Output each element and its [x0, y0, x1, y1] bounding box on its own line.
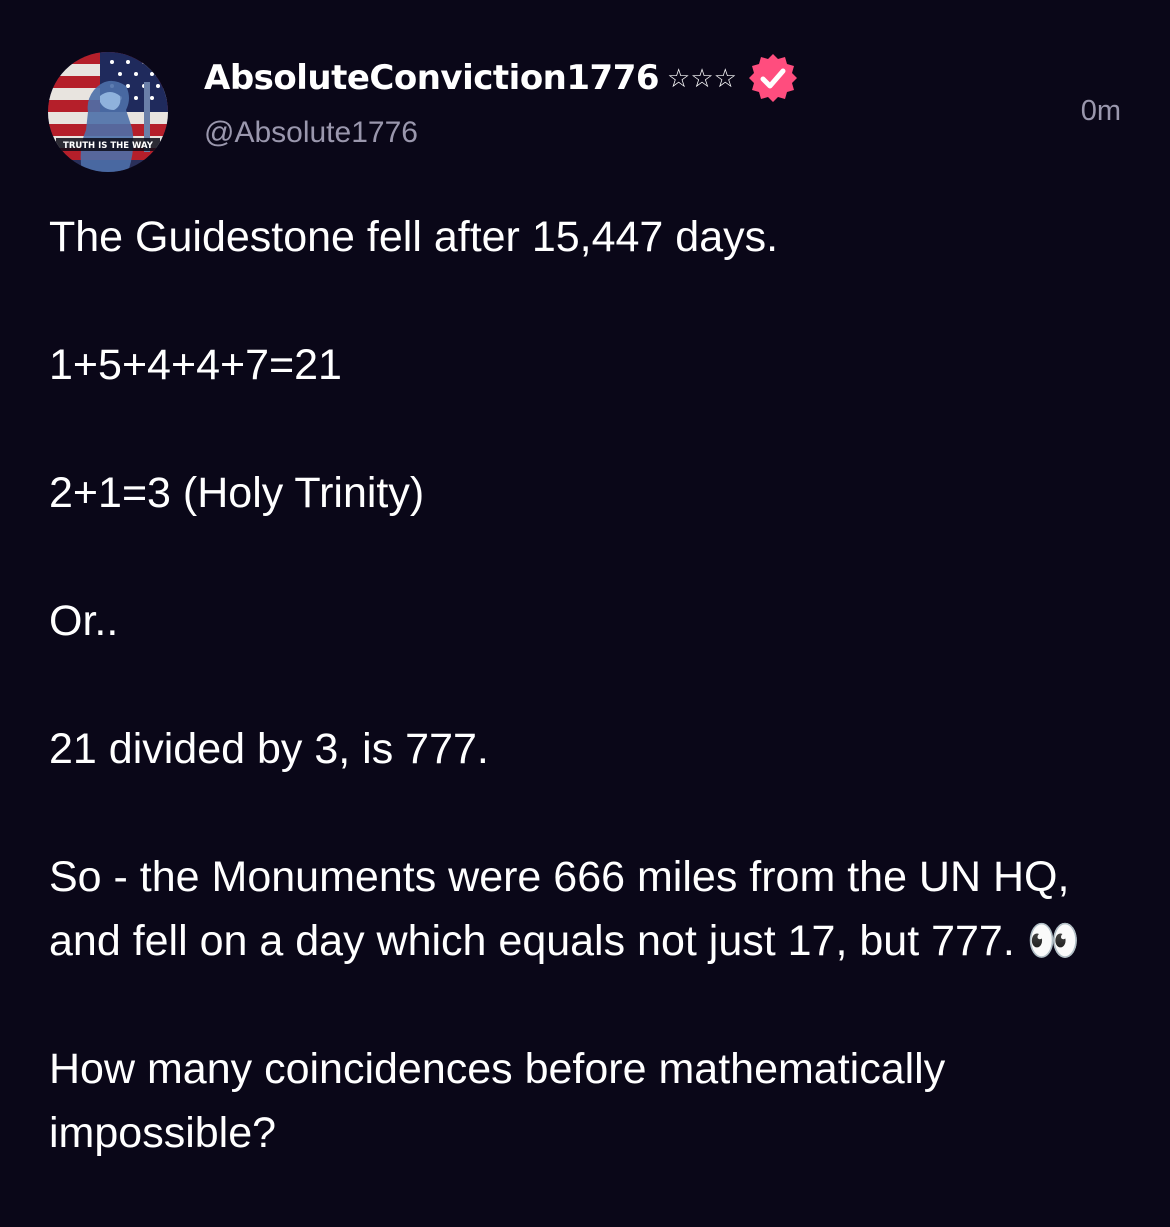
- avatar[interactable]: TRUTH IS THE WAY: [48, 52, 168, 172]
- post-card[interactable]: TRUTH IS THE WAY AbsoluteConviction1776 …: [0, 0, 1170, 1227]
- timestamp: 0m: [1080, 95, 1121, 127]
- avatar-flag-icon: TRUTH IS THE WAY: [48, 52, 168, 172]
- post-line: The Guidestone fell after 15,447 days.: [49, 213, 779, 261]
- post-line: 21 divided by 3, is 777.: [49, 725, 489, 773]
- handle[interactable]: @Absolute1776: [204, 116, 418, 150]
- avatar-caption: TRUTH IS THE WAY: [63, 141, 154, 151]
- post-line: 1+5+4+4+7=21: [49, 341, 342, 389]
- post-line: How many coincidences before mathematica…: [49, 1045, 958, 1157]
- stars-icon: ☆☆☆: [667, 62, 737, 93]
- post-line: So - the Monuments were 666 miles from t…: [49, 853, 1082, 965]
- verified-badge-icon: [747, 52, 799, 104]
- display-name[interactable]: AbsoluteConviction1776: [204, 58, 660, 98]
- post-line: Or..: [49, 597, 119, 645]
- post-line: 2+1=3 (Holy Trinity): [49, 469, 425, 517]
- display-name-row: AbsoluteConviction1776 ☆☆☆: [204, 52, 799, 104]
- post-body: The Guidestone fell after 15,447 days. 1…: [49, 205, 1124, 1165]
